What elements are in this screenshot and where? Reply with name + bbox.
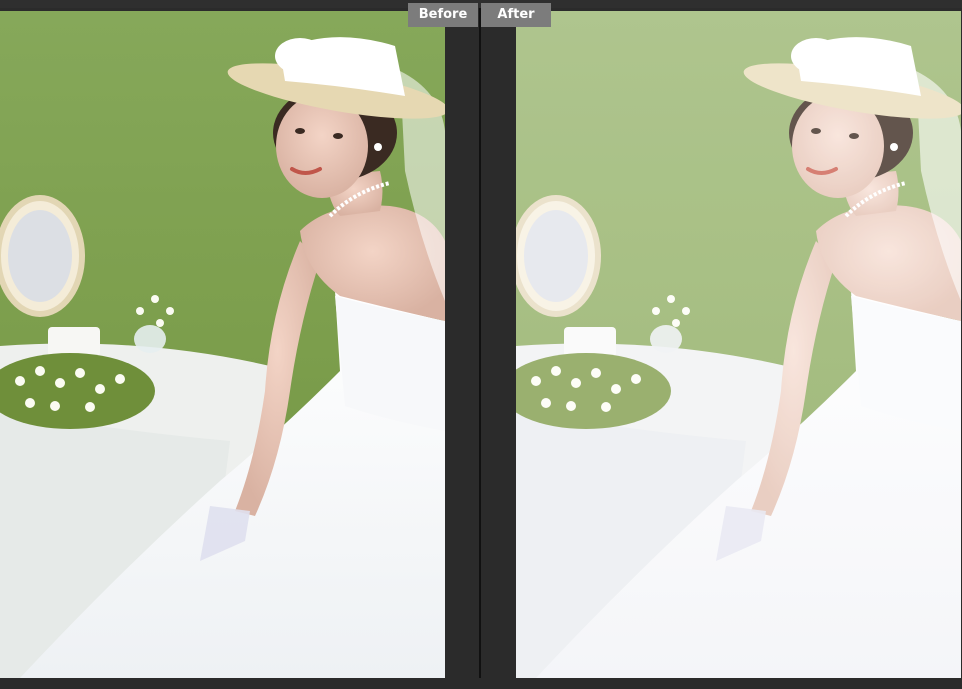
after-image-panel (516, 11, 961, 678)
before-photo (0, 11, 445, 678)
bottom-status-strip (0, 678, 962, 689)
after-tab[interactable]: After (481, 3, 551, 27)
compare-divider[interactable] (479, 8, 481, 689)
before-tab[interactable]: Before (408, 3, 478, 27)
after-photo (516, 11, 961, 678)
before-after-compare-window: Before After (0, 0, 962, 689)
before-image-panel (0, 11, 445, 678)
